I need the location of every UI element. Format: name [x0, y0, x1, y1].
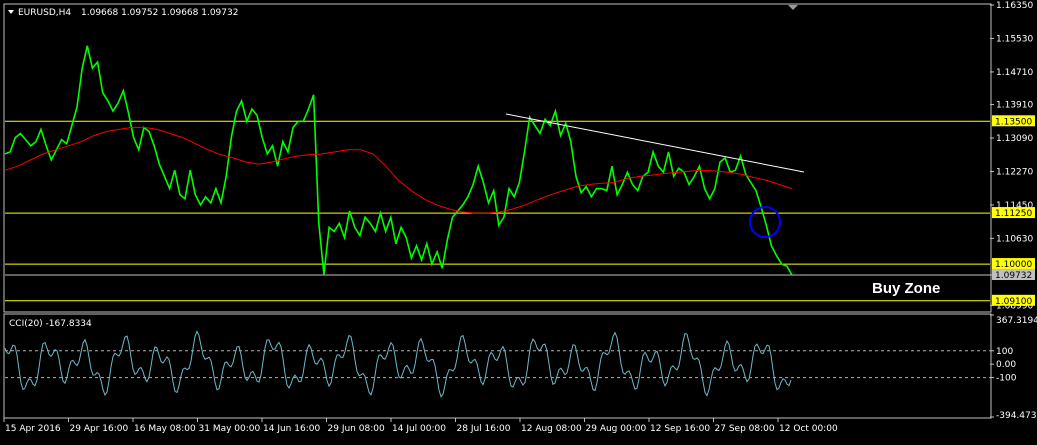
x-tick-label: 27 Sep 08:00: [715, 424, 775, 434]
cci-tick-label: 367.3194: [996, 316, 1037, 326]
cci-tick-label: 0.00: [996, 360, 1016, 370]
symbol-label: EURUSD,H4: [18, 8, 71, 18]
y-tick-label: 1.15530: [996, 34, 1033, 44]
buy-zone-label: Buy Zone: [872, 280, 940, 297]
y-tick-label: 1.16350: [996, 1, 1033, 11]
x-tick-label: 28 Jul 16:00: [457, 424, 511, 434]
level-tag-label-middle: 1.11250: [995, 209, 1032, 219]
x-tick-label: 12 Aug 08:00: [521, 424, 582, 434]
y-tick-label: 1.12270: [996, 167, 1033, 177]
y-tick-label: 1.13910: [996, 101, 1033, 111]
x-tick-label: 16 May 08:00: [134, 424, 196, 434]
cci-tick-label: -394.4731: [996, 411, 1037, 421]
x-tick-label: 12 Sep 16:00: [650, 424, 710, 434]
y-tick-label: 1.13090: [996, 134, 1033, 144]
level-tag-label-upper: 1.13500: [995, 117, 1032, 127]
x-tick-label: 29 Aug 00:00: [586, 424, 647, 434]
cci-tick-label: -100: [996, 374, 1017, 384]
x-tick-label: 15 Apr 2016: [5, 424, 61, 434]
x-tick-label: 29 Jun 08:00: [328, 424, 385, 434]
price-chart-svg: 1.16350 1.15530 1.14710 1.13910 1.13090 1.122…: [0, 0, 1037, 441]
level-tag-label-lower: 1.10000: [995, 260, 1032, 270]
level-tag-label-current: 1.09732: [995, 271, 1032, 281]
cci-tick-label: 100: [996, 347, 1013, 357]
y-tick-label: 1.10630: [996, 234, 1033, 244]
x-tick-label: 12 Oct 00:00: [779, 424, 838, 434]
x-tick-label: 31 May 00:00: [199, 424, 261, 434]
x-tick-label: 14 Jun 16:00: [263, 424, 320, 434]
level-tag-label-bottom: 1.09100: [995, 297, 1032, 307]
ohlc-label: 1.09668 1.09752 1.09668 1.09732: [81, 8, 238, 18]
chart-window[interactable]: 1.16350 1.15530 1.14710 1.13910 1.13090 1.122…: [0, 0, 1037, 441]
cci-title-label: CCI(20) -167.8334: [9, 319, 92, 329]
x-tick-label: 14 Jul 00:00: [392, 424, 446, 434]
y-tick-label: 1.14710: [996, 68, 1033, 78]
x-tick-label: 29 Apr 16:00: [70, 424, 129, 434]
